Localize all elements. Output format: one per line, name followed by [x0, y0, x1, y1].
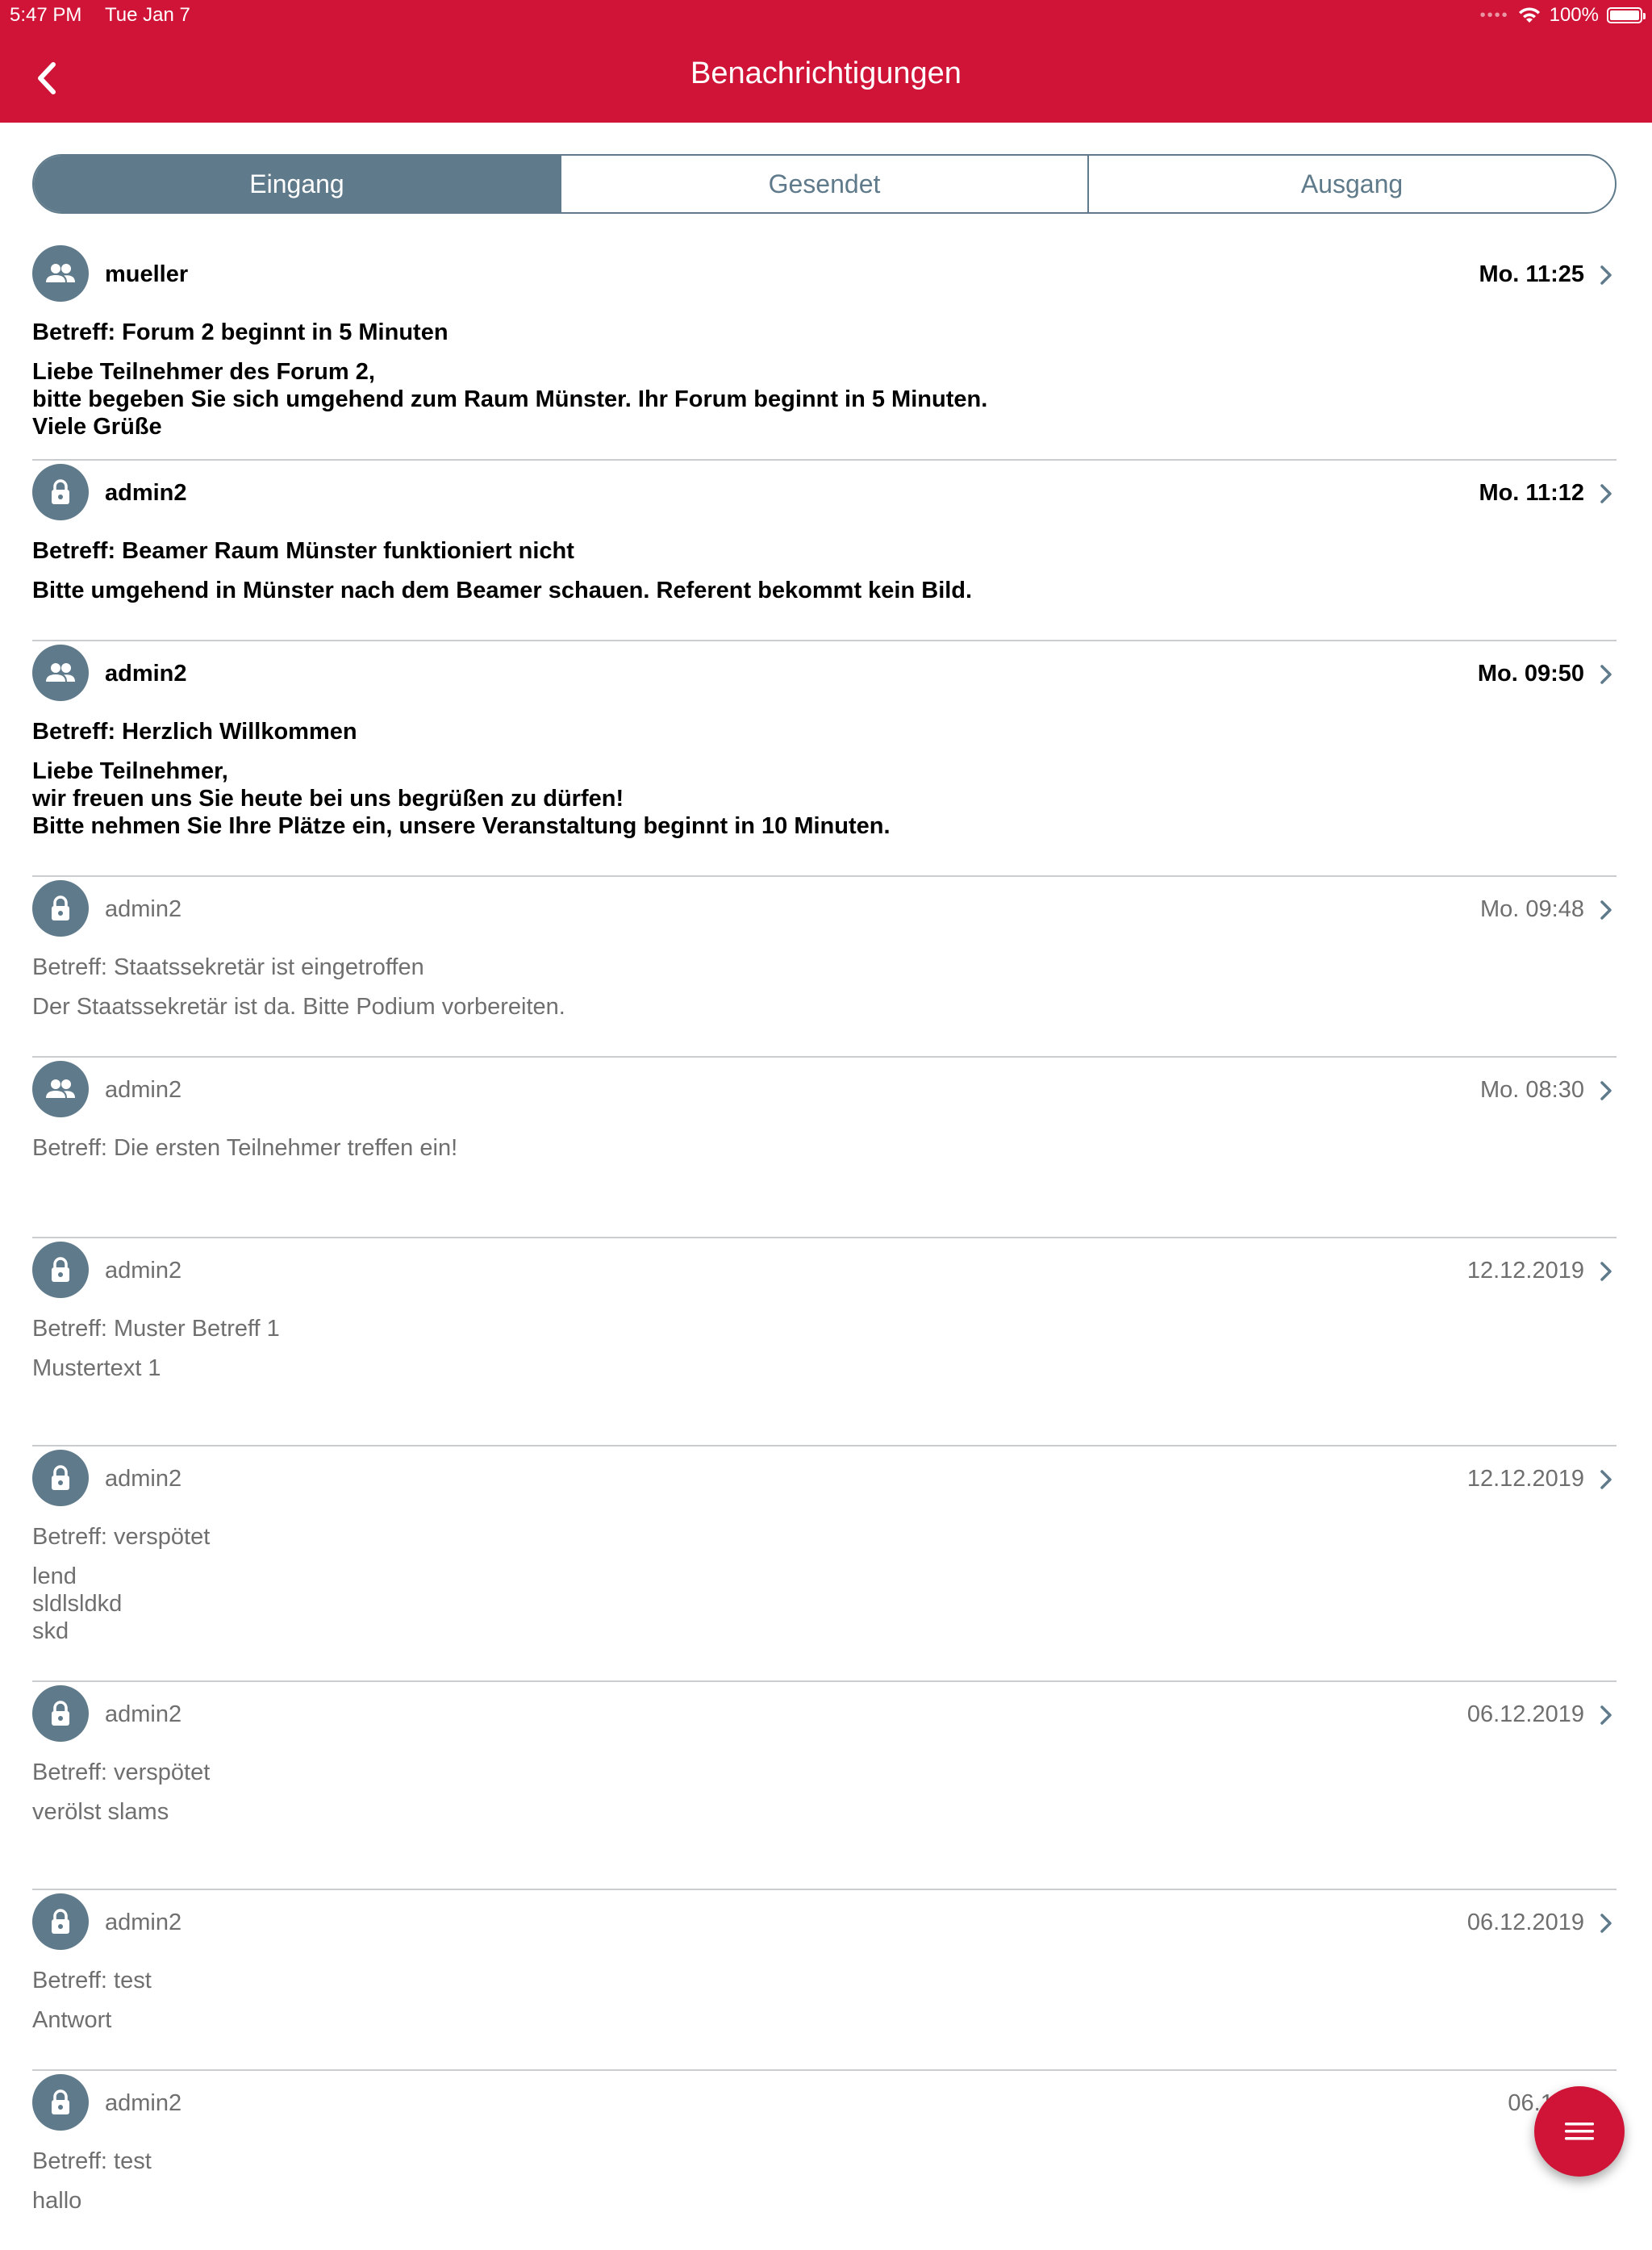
message-time: 12.12.2019: [1466, 1258, 1584, 1284]
message-item[interactable]: admin2 06.11.2 Betreff: test hallo: [32, 2071, 1617, 2250]
message-body: Der Staatssekretär ist da. Bitte Podium …: [32, 994, 565, 1020]
status-date: Tue Jan 7: [105, 4, 190, 26]
status-indicators: •••• 100%: [1479, 4, 1646, 27]
message-subject: Betreff: test: [32, 1968, 152, 1993]
message-time: 06.12.2019: [1466, 1701, 1584, 1727]
group-icon: [32, 1061, 89, 1117]
navigation-bar: 5:47 PM Tue Jan 7 •••• 100% Benachrichti…: [0, 0, 1652, 123]
tab-ausgang[interactable]: Ausgang: [1089, 156, 1615, 212]
message-body: Liebe Teilnehmer, wir freuen uns Sie heu…: [32, 758, 891, 839]
message-body: Mustertext 1: [32, 1355, 161, 1381]
message-list: mueller Mo. 11:25 Betreff: Forum 2 begin…: [32, 242, 1617, 2250]
chevron-right-icon[interactable]: [1597, 261, 1615, 289]
menu-icon: [1565, 2123, 1594, 2140]
message-subject: Betreff: Staatssekretär ist eingetroffen: [32, 954, 424, 980]
group-icon: [32, 245, 89, 302]
message-item[interactable]: admin2 06.12.2019 Betreff: test Antwort: [32, 1890, 1617, 2071]
message-item[interactable]: admin2 12.12.2019 Betreff: Muster Betref…: [32, 1238, 1617, 1446]
message-subject: Betreff: Die ersten Teilnehmer treffen e…: [32, 1135, 458, 1161]
message-body: Antwort: [32, 2007, 112, 2033]
message-item[interactable]: admin2 Mo. 11:12 Betreff: Beamer Raum Mü…: [32, 461, 1617, 641]
battery-percent: 100%: [1549, 4, 1599, 26]
message-sender: mueller: [105, 261, 189, 287]
message-time: Mo. 11:25: [1479, 261, 1584, 287]
message-item[interactable]: mueller Mo. 11:25 Betreff: Forum 2 begin…: [32, 242, 1617, 461]
tab-eingang[interactable]: Eingang: [34, 156, 561, 212]
lock-icon: [32, 880, 89, 937]
chevron-right-icon[interactable]: [1597, 896, 1615, 924]
signal-dots-icon: ••••: [1479, 6, 1509, 24]
lock-icon: [32, 1893, 89, 1950]
chevron-right-icon[interactable]: [1597, 1701, 1615, 1729]
lock-icon: [32, 1242, 89, 1298]
message-sender: admin2: [105, 1701, 182, 1727]
message-time: 12.12.2019: [1466, 1466, 1584, 1492]
message-sender: admin2: [105, 896, 182, 922]
message-subject: Betreff: test: [32, 2148, 152, 2174]
message-sender: admin2: [105, 1466, 182, 1492]
lock-icon: [32, 1685, 89, 1742]
chevron-right-icon[interactable]: [1597, 1077, 1615, 1104]
lock-icon: [32, 464, 89, 520]
message-time: Mo. 11:12: [1479, 480, 1584, 506]
chevron-right-icon[interactable]: [1597, 480, 1615, 507]
message-subject: Betreff: Muster Betreff 1: [32, 1316, 280, 1342]
message-item[interactable]: admin2 06.12.2019 Betreff: verspötet ver…: [32, 1682, 1617, 1890]
message-item[interactable]: admin2 Mo. 09:50 Betreff: Herzlich Willk…: [32, 641, 1617, 877]
message-sender: admin2: [105, 1258, 182, 1284]
message-sender: admin2: [105, 1077, 182, 1103]
chevron-right-icon[interactable]: [1597, 1258, 1615, 1285]
message-time: 06.12.2019: [1466, 1910, 1584, 1935]
lock-icon: [32, 2074, 89, 2131]
message-sender: admin2: [105, 1910, 182, 1935]
message-subject: Betreff: verspötet: [32, 1524, 211, 1550]
chevron-right-icon[interactable]: [1597, 1466, 1615, 1493]
message-body: Liebe Teilnehmer des Forum 2, bitte bege…: [32, 359, 988, 440]
message-body: lend sldlsldkd skd: [32, 1563, 123, 1644]
message-sender: admin2: [105, 661, 187, 687]
message-body: Bitte umgehend in Münster nach dem Beame…: [32, 578, 973, 603]
chevron-right-icon[interactable]: [1597, 661, 1615, 688]
message-time: Mo. 09:50: [1477, 661, 1584, 687]
message-body: hallo: [32, 2188, 82, 2214]
chevron-right-icon[interactable]: [1597, 1910, 1615, 1937]
message-body: verölst slams: [32, 1799, 169, 1825]
message-subject: Betreff: verspötet: [32, 1760, 211, 1785]
message-sender: admin2: [105, 480, 187, 506]
message-time: Mo. 08:30: [1480, 1077, 1584, 1103]
message-subject: Betreff: Beamer Raum Münster funktionier…: [32, 538, 574, 564]
status-bar: 5:47 PM Tue Jan 7 •••• 100%: [0, 0, 1652, 32]
message-subject: Betreff: Herzlich Willkommen: [32, 719, 357, 745]
message-subject: Betreff: Forum 2 beginnt in 5 Minuten: [32, 319, 448, 345]
mailbox-tabs: Eingang Gesendet Ausgang: [32, 154, 1617, 214]
message-item[interactable]: admin2 Mo. 08:30 Betreff: Die ersten Tei…: [32, 1058, 1617, 1238]
message-item[interactable]: admin2 Mo. 09:48 Betreff: Staatssekretär…: [32, 877, 1617, 1058]
battery-icon: [1607, 7, 1646, 23]
group-icon: [32, 645, 89, 701]
page-title: Benachrichtigungen: [690, 56, 962, 90]
message-sender: admin2: [105, 2090, 182, 2116]
menu-fab-button[interactable]: [1534, 2086, 1625, 2177]
lock-icon: [32, 1450, 89, 1506]
wifi-icon: [1518, 7, 1540, 23]
status-time: 5:47 PM: [10, 4, 82, 26]
message-time: Mo. 09:48: [1480, 896, 1584, 922]
tab-gesendet[interactable]: Gesendet: [561, 156, 1089, 212]
message-item[interactable]: admin2 12.12.2019 Betreff: verspötet len…: [32, 1446, 1617, 1682]
